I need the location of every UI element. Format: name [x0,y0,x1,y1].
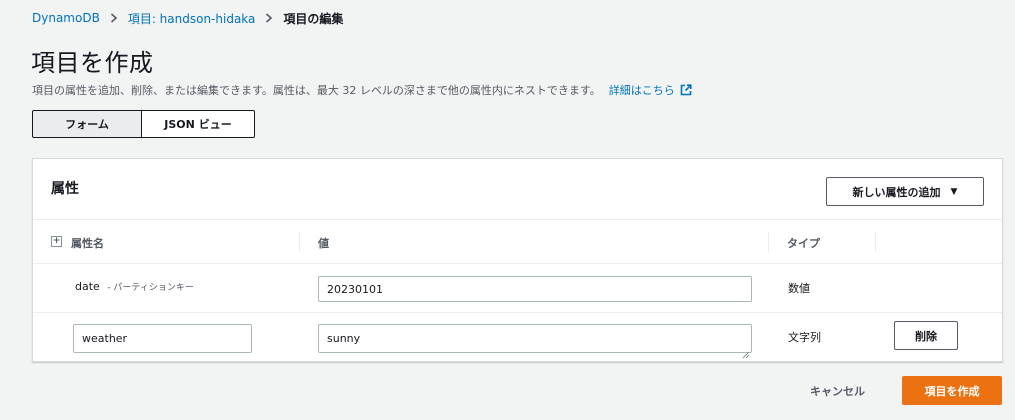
expand-all-icon[interactable]: + [51,236,62,247]
breadcrumb-dynamodb[interactable]: DynamoDB [32,11,100,25]
breadcrumb-item[interactable]: 項目: handson-hidaka [128,10,256,27]
column-divider [875,232,876,252]
description-text: 項目の属性を追加、削除、または編集できます。属性は、最大 32 レベルの深さまで… [32,84,601,97]
column-header-value: 値 [318,237,329,250]
caret-down-icon: ▼ [950,186,958,197]
page-title: 項目を作成 [31,49,154,77]
attribute-type: 文字列 [788,331,821,344]
column-header-type: タイプ [787,237,820,250]
panel-header: 属性 新しい属性の追加 ▼ [33,159,1002,220]
attribute-name: date - パーティションキー [75,280,194,293]
delete-attribute-button[interactable]: 削除 [894,321,958,350]
panel-title: 属性 [51,181,79,197]
view-toggle: フォーム JSON ビュー [32,110,255,138]
table-row: date - パーティションキー 数値 [33,264,1002,313]
partition-key-note: - パーティションキー [107,283,194,293]
add-attribute-label: 新しい属性の追加 [852,185,941,199]
table-header: + 属性名 値 タイプ [33,220,1002,264]
learn-more-label: 詳細はこちら [608,84,675,97]
chevron-right-icon [110,13,118,23]
attribute-name-input[interactable] [73,324,252,353]
learn-more-link[interactable]: 詳細はこちら [609,82,692,98]
column-divider [768,232,769,252]
chevron-right-icon [265,13,273,23]
cancel-button[interactable]: キャンセル [810,383,865,399]
attributes-panel: 属性 新しい属性の追加 ▼ + 属性名 値 タイプ date - パーティション… [32,158,1003,362]
form-view-tab[interactable]: フォーム [32,110,142,138]
attribute-type: 数値 [788,282,810,295]
column-header-name: 属性名 [71,237,104,250]
column-divider [299,232,300,252]
page-description: 項目の属性を追加、削除、または編集できます。属性は、最大 32 レベルの深さまで… [32,82,692,98]
add-attribute-button[interactable]: 新しい属性の追加 ▼ [826,177,984,206]
external-link-icon [680,84,692,96]
attribute-name-text: date [75,280,100,293]
breadcrumb-current: 項目の編集 [283,11,344,26]
table-row: sunny 文字列 削除 [33,313,1002,361]
create-item-button[interactable]: 項目を作成 [902,376,1002,405]
attribute-value-input[interactable] [318,276,752,302]
attribute-value-textarea[interactable]: sunny [318,324,752,353]
breadcrumb: DynamoDB 項目: handson-hidaka 項目の編集 [32,9,343,27]
json-view-tab[interactable]: JSON ビュー [142,110,255,138]
